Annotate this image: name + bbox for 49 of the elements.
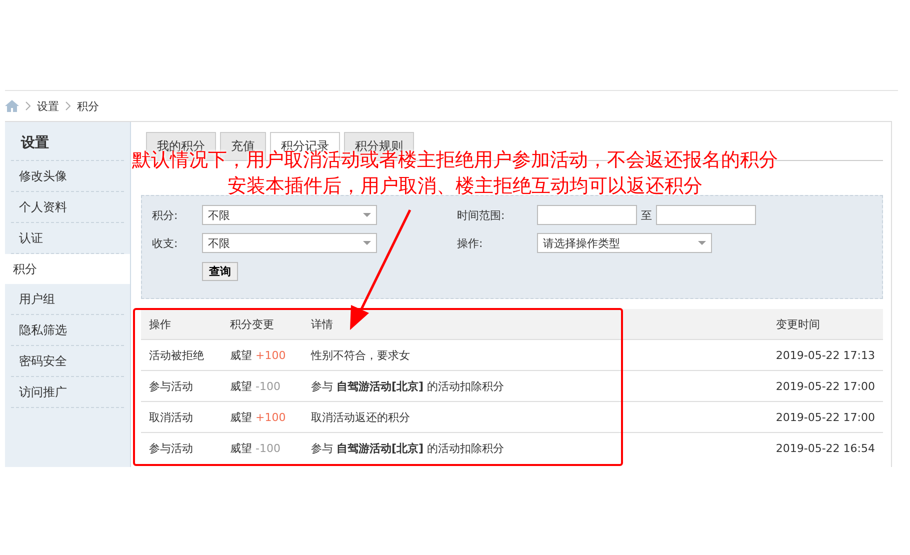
table-cell: 参与 自驾游活动[北京] 的活动扣除积分: [303, 432, 768, 463]
field-label: 收支:: [152, 236, 179, 250]
credit-change: -100: [256, 442, 280, 454]
column-header: 变更时间: [768, 309, 883, 340]
table-cell: 2019-05-22 16:54: [768, 432, 883, 463]
field-label: 积分:: [152, 208, 179, 222]
table-cell: 2019-05-22 17:13: [768, 340, 883, 370]
range-separator: 至: [641, 208, 652, 222]
field-label: 时间范围:: [457, 208, 506, 222]
sidebar-title: 设置: [11, 122, 124, 161]
chevron-icon: [25, 101, 31, 111]
sidebar-item[interactable]: 个人资料: [11, 192, 124, 223]
table-cell: 2019-05-22 17:00: [768, 402, 883, 432]
chevron-icon: [65, 101, 71, 111]
sidebar-item[interactable]: 密码安全: [11, 346, 124, 377]
sidebar-item[interactable]: 访问推广: [11, 377, 124, 408]
column-header: 操作: [141, 309, 222, 340]
table-cell: 取消活动: [141, 402, 222, 432]
breadcrumb-link[interactable]: 积分: [77, 98, 99, 114]
table-cell: 2019-05-22 17:00: [768, 370, 883, 402]
credit-name: 威望: [230, 380, 252, 392]
sidebar-item[interactable]: 积分: [5, 254, 130, 284]
credit-change: +100: [256, 348, 286, 362]
sidebar-item[interactable]: 用户组: [11, 284, 124, 315]
table-cell: 性别不符合，要求女: [303, 340, 768, 370]
sidebar-item[interactable]: 隐私筛选: [11, 315, 124, 346]
date-field[interactable]: [656, 205, 756, 225]
home-icon[interactable]: [5, 100, 19, 112]
select-field[interactable]: 请选择操作类型: [537, 233, 712, 253]
date-field[interactable]: [537, 205, 637, 225]
sidebar-item[interactable]: 修改头像: [11, 161, 124, 192]
table-cell: 参与活动: [141, 370, 222, 402]
column-header: 积分变更: [222, 309, 303, 340]
column-header: 详情: [303, 309, 768, 340]
credit-change: +100: [256, 410, 286, 424]
credit-name: 威望: [230, 442, 252, 454]
table-cell: 取消活动返还的积分: [303, 402, 768, 432]
field-label: 操作:: [457, 236, 484, 250]
search-button[interactable]: 查询: [202, 262, 238, 280]
credit-name: 威望: [230, 348, 252, 362]
credit-name: 威望: [230, 410, 252, 424]
table-cell: 活动被拒绝: [141, 340, 222, 370]
credit-change: -100: [256, 380, 280, 392]
breadcrumb-link[interactable]: 设置: [37, 98, 59, 114]
table-cell: 参与活动: [141, 432, 222, 463]
table-cell: 参与 自驾游活动[北京] 的活动扣除积分: [303, 370, 768, 402]
select-field[interactable]: 不限: [202, 233, 377, 253]
select-field[interactable]: 不限: [202, 205, 377, 225]
annotation-text: 安装本插件后，用户取消、楼主拒绝互动均可以返还积分: [228, 174, 702, 198]
